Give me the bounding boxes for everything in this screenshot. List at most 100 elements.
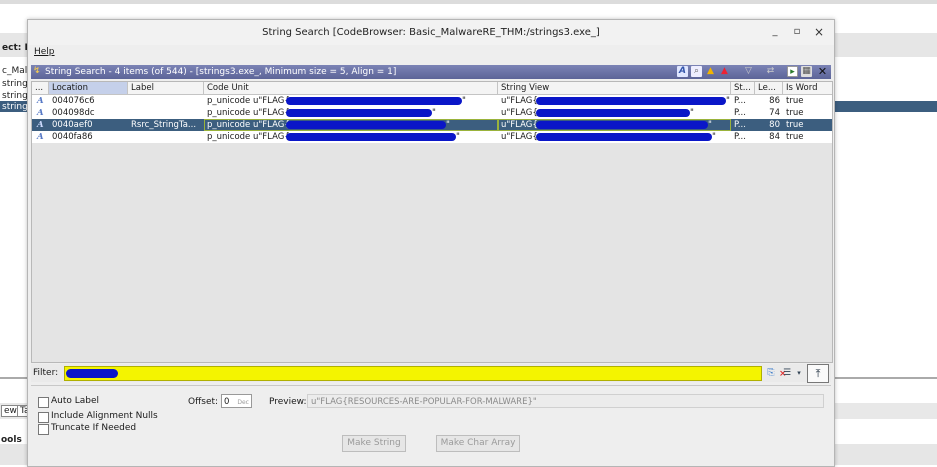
bg-top-strip	[0, 0, 937, 4]
offset-field[interactable]: 0 Dec	[221, 394, 252, 408]
redaction-mark	[286, 97, 462, 105]
search-icon[interactable]: ⌕	[691, 66, 702, 77]
code-unit-end: "	[446, 120, 450, 130]
truncate-text: Truncate If Needed	[51, 423, 137, 433]
table-row[interactable]: A 004076c6 p_unicode u"FLAG{ " u"FLAG{ "…	[32, 95, 832, 107]
code-unit-text: p_unicode u"FLAG{	[207, 132, 290, 142]
snapshot-icon[interactable]: ▸	[787, 66, 798, 77]
pin-button[interactable]: ⤒	[807, 364, 829, 383]
cell-code-unit: p_unicode u"FLAG{ "	[204, 119, 498, 131]
code-unit-end: "	[432, 108, 436, 118]
filter-icon[interactable]: ▽	[743, 66, 754, 77]
col-header-icon[interactable]: ...	[32, 82, 49, 94]
string-view-text: u"FLAG{	[501, 132, 538, 142]
include-alignment-nulls-checkbox[interactable]	[38, 412, 49, 423]
cell-is-word: true	[786, 108, 804, 118]
string-icon[interactable]: A	[677, 66, 688, 77]
cell-location: 0040fa86	[52, 132, 93, 142]
string-type-icon: A	[37, 120, 44, 130]
cell-string-type: P...	[734, 96, 746, 106]
chevron-down-icon[interactable]: ▾	[793, 367, 805, 379]
cell-length: 80	[769, 120, 780, 130]
warning-icon[interactable]: ▲	[705, 66, 716, 77]
col-header-string-view[interactable]: String View	[498, 82, 731, 94]
cell-is-word: true	[786, 96, 804, 106]
table-row-selected[interactable]: A 0040aef0 Rsrc_StringTa... p_unicode u"…	[32, 119, 832, 131]
col-header-length[interactable]: Le...	[755, 82, 783, 94]
strings-table: ... Location Label Code Unit String View…	[31, 81, 833, 363]
maximize-button[interactable]: ▫	[790, 25, 804, 39]
filter-bar: Filter: × ⎘ ☰ ▾ ⤒	[31, 364, 831, 383]
truncate-checkbox[interactable]	[38, 424, 49, 435]
col-header-is-word[interactable]: Is Word	[783, 82, 832, 94]
cell-string-type: P...	[734, 120, 746, 130]
close-icon[interactable]: ✕	[817, 66, 828, 77]
string-view-end: "	[726, 96, 730, 106]
code-unit-text: p_unicode u"FLAG{	[207, 120, 290, 130]
col-header-code-unit[interactable]: Code Unit	[204, 82, 498, 94]
string-view-end: "	[708, 120, 712, 130]
string-view-end: "	[712, 132, 716, 142]
close-window-button[interactable]: ×	[812, 25, 826, 39]
title-bar[interactable]: String Search [CodeBrowser: Basic_Malwar…	[28, 20, 834, 45]
menu-help[interactable]: Help	[34, 47, 55, 57]
window-title: String Search [CodeBrowser: Basic_Malwar…	[262, 27, 600, 38]
redaction-mark	[286, 133, 456, 141]
cell-length: 86	[769, 96, 780, 106]
table-row[interactable]: A 0040fa86 p_unicode u"FLAG{ " u"FLAG{ "…	[32, 131, 832, 143]
redaction-mark	[536, 121, 708, 129]
redaction-mark	[286, 121, 446, 129]
make-string-button[interactable]: Make String	[342, 435, 406, 452]
string-type-icon: A	[37, 96, 44, 106]
cell-location: 004098dc	[52, 108, 95, 118]
filter-label: Filter:	[33, 368, 59, 378]
cell-string-view: u"FLAG{ "	[498, 131, 731, 143]
code-unit-text: p_unicode u"FLAG{	[207, 108, 290, 118]
preview-label: Preview:	[269, 397, 307, 407]
window-icon[interactable]: ▦	[801, 66, 812, 77]
cell-label	[128, 107, 204, 119]
filter-options-icon[interactable]: ⎘	[765, 367, 777, 379]
col-header-string-type[interactable]: St...	[731, 82, 755, 94]
string-search-window: String Search [CodeBrowser: Basic_Malwar…	[27, 19, 835, 467]
redaction-mark	[536, 133, 712, 141]
offset-hint: Dec	[237, 399, 249, 406]
code-unit-end: "	[462, 96, 466, 106]
error-icon[interactable]: ▲	[719, 66, 730, 77]
cell-code-unit: p_unicode u"FLAG{ "	[204, 107, 498, 119]
offset-value: 0	[224, 397, 230, 407]
cell-string-view: u"FLAG{ "	[498, 119, 731, 131]
code-unit-end: "	[456, 132, 460, 142]
string-type-icon: A	[37, 108, 44, 118]
minimize-button[interactable]: _	[768, 25, 782, 39]
redaction-mark	[286, 109, 432, 117]
offset-label: Offset:	[188, 397, 219, 407]
preview-field: u"FLAG{RESOURCES-ARE-POPULAR-FOR-MALWARE…	[307, 394, 824, 408]
filter-input[interactable]: ×	[64, 366, 787, 381]
string-view-text: u"FLAG{	[501, 108, 538, 118]
code-unit-text: p_unicode u"FLAG{	[207, 96, 290, 106]
string-view-text: u"FLAG{	[501, 96, 538, 106]
table-row[interactable]: A 004098dc p_unicode u"FLAG{ " u"FLAG{ "…	[32, 107, 832, 119]
column-filter-icon[interactable]: ☰	[781, 367, 793, 379]
auto-label-checkbox[interactable]	[38, 397, 49, 408]
refresh-icon[interactable]: ⇄	[765, 66, 776, 77]
col-header-location[interactable]: Location	[49, 82, 128, 94]
cell-code-unit: p_unicode u"FLAG{ "	[204, 131, 498, 143]
cell-label	[128, 95, 204, 107]
cell-location: 0040aef0	[52, 120, 93, 130]
col-header-label[interactable]: Label	[128, 82, 204, 94]
table-header: ... Location Label Code Unit String View…	[32, 82, 832, 95]
auto-label-text: Auto Label	[51, 396, 100, 406]
options-panel: Auto Label Include Alignment Nulls Trunc…	[31, 385, 831, 466]
cell-string-type: P...	[734, 108, 746, 118]
cell-label	[128, 131, 204, 143]
make-char-array-button[interactable]: Make Char Array	[436, 435, 520, 452]
menu-bar: Help	[28, 45, 834, 61]
redaction-mark	[536, 109, 690, 117]
cell-is-word: true	[786, 120, 804, 130]
cell-string-type: P...	[734, 132, 746, 142]
panel-header-text: String Search - 4 items (of 544) - [stri…	[45, 67, 397, 77]
redaction-mark	[536, 97, 726, 105]
cell-label: Rsrc_StringTa...	[131, 120, 197, 130]
